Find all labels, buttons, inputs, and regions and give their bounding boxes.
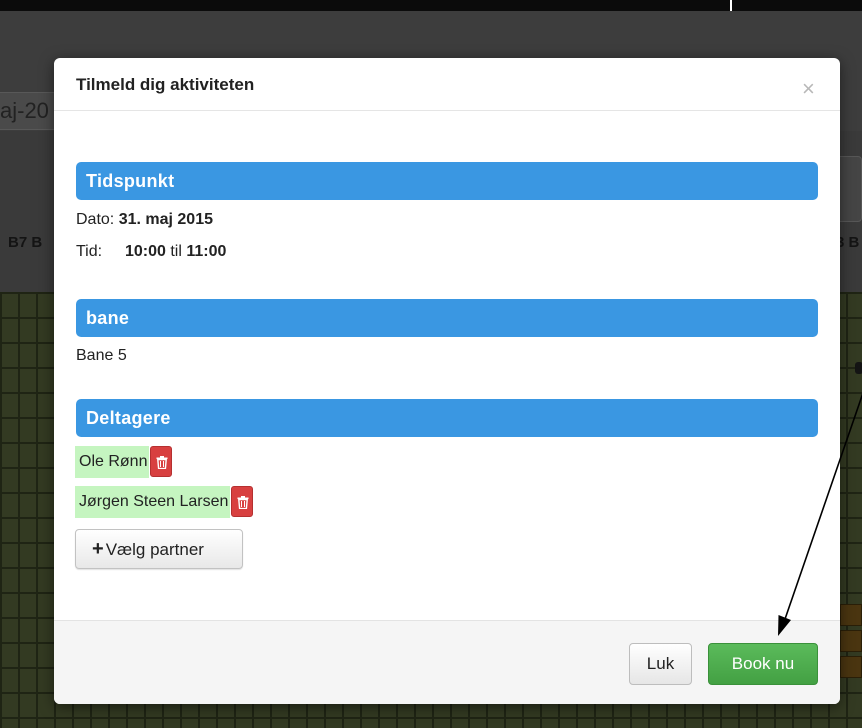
annotation-arrow bbox=[778, 393, 862, 636]
